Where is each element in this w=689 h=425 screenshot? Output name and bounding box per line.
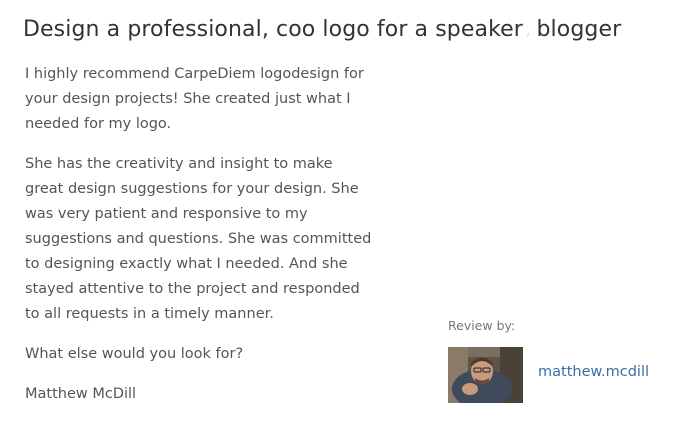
review-title-tail: blogger bbox=[536, 17, 622, 42]
review-title-main: Design a professional, coo logo for a sp… bbox=[23, 17, 523, 42]
reviewer-profile-link[interactable]: matthew.mcdill bbox=[538, 364, 649, 380]
review-paragraph: She has the creativity and insight to ma… bbox=[25, 156, 372, 322]
reviewer-avatar[interactable] bbox=[448, 347, 523, 403]
user-photo-icon bbox=[448, 347, 523, 403]
review-signature: Matthew McDill bbox=[25, 386, 137, 402]
review-paragraph: What else would you look for? bbox=[25, 346, 244, 362]
review-title: Design a professional, coo logo for a sp… bbox=[23, 17, 621, 42]
review-body: I highly recommend CarpeDiem logodesign … bbox=[25, 62, 375, 407]
title-separator: , bbox=[525, 23, 531, 39]
review-paragraph: I highly recommend CarpeDiem logodesign … bbox=[25, 66, 364, 132]
review-by-label: Review by: bbox=[448, 318, 516, 333]
